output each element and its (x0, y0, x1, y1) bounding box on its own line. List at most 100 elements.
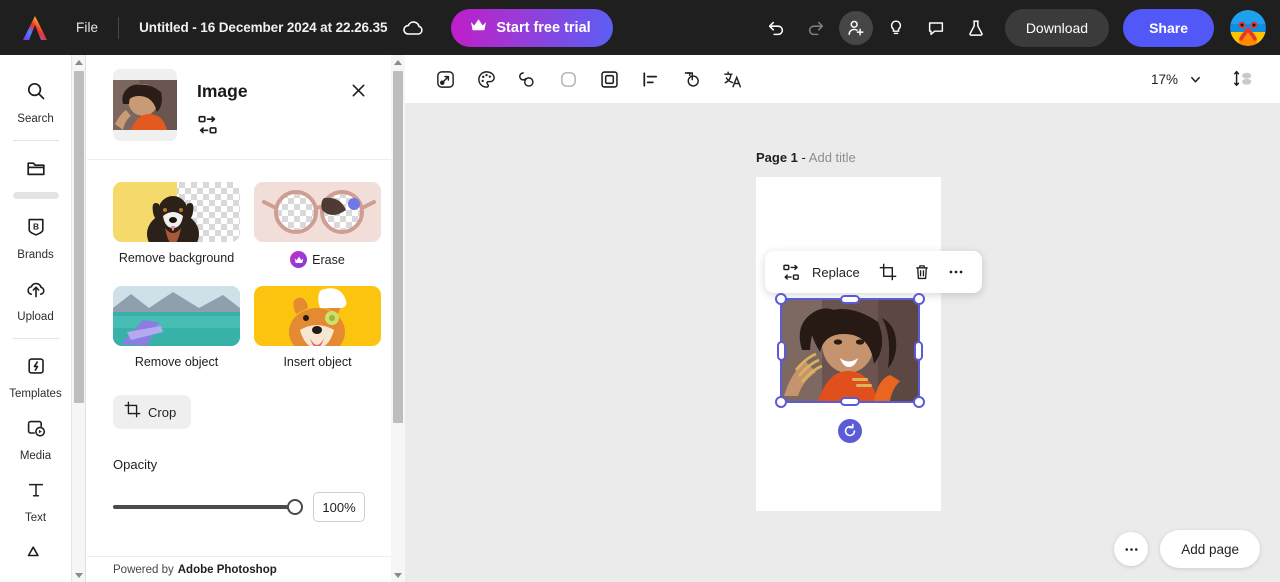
add-page-button[interactable]: Add page (1160, 530, 1260, 568)
redo-icon[interactable] (799, 11, 833, 45)
sidebar-item-search[interactable]: Search (0, 71, 71, 133)
resize-handle-left[interactable] (777, 340, 786, 361)
sidebar-item-yourstuff[interactable] (0, 148, 71, 207)
scrollbar-thumb[interactable] (393, 71, 403, 423)
file-menu-button[interactable]: File (76, 20, 98, 35)
scrollbar-thumb[interactable] (74, 71, 84, 403)
topbar-actions: Download Share (759, 8, 1280, 47)
powered-by-brand: Adobe Photoshop (177, 563, 277, 576)
topbar-divider (118, 16, 120, 39)
resize-handle-bottom-right[interactable] (913, 396, 925, 408)
opacity-input[interactable] (313, 492, 365, 522)
shadow-icon[interactable] (509, 62, 545, 96)
scroll-down-arrow-icon[interactable] (391, 568, 405, 582)
undo-icon[interactable] (759, 11, 793, 45)
premium-crown-icon (290, 251, 308, 268)
sidebar-item-label: Templates (9, 388, 62, 400)
close-icon[interactable] (347, 79, 369, 101)
layers-icon[interactable] (673, 62, 709, 96)
crown-icon (470, 18, 487, 37)
add-person-icon[interactable] (838, 10, 873, 45)
trash-icon[interactable] (907, 257, 937, 287)
resize-handle-right[interactable] (914, 340, 923, 361)
more-options-icon[interactable] (1114, 532, 1149, 566)
app-root: File Untitled - 16 December 2024 at 22.2… (0, 0, 1280, 582)
resize-handle-bottom-left[interactable] (775, 396, 787, 408)
sidebar-scrollbar[interactable] (72, 55, 86, 582)
download-button[interactable]: Download (1004, 8, 1110, 47)
templates-icon (25, 355, 47, 382)
image-properties-panel: Image Remove background Erase Remove obj… (87, 55, 391, 582)
tool-card-remove-background[interactable]: Remove background (113, 182, 240, 268)
scroll-up-arrow-icon[interactable] (72, 55, 86, 69)
tool-card-insert-object[interactable]: Insert object (254, 286, 381, 369)
sidebar-item-shapes[interactable] (0, 532, 71, 576)
sidebar-item-loading-skeleton (12, 192, 59, 199)
tool-card-erase[interactable]: Erase (254, 182, 381, 268)
resize-handle-top-left[interactable] (775, 293, 787, 305)
tool-card-caption: Remove background (113, 251, 240, 265)
caption-text: Insert object (283, 355, 352, 369)
crop-icon (124, 401, 141, 423)
sidebar-item-label: Brands (17, 249, 54, 261)
tool-card-remove-object[interactable]: Remove object (113, 286, 240, 369)
effects-icon[interactable] (427, 62, 463, 96)
top-bar: File Untitled - 16 December 2024 at 22.2… (0, 0, 1280, 55)
lightbulb-icon[interactable] (879, 11, 913, 45)
slider-knob[interactable] (287, 499, 303, 515)
replace-image-icon[interactable] (197, 114, 248, 141)
zoom-level[interactable]: 17% (1151, 72, 1178, 87)
sidebar-item-media[interactable]: Media (0, 408, 71, 470)
panel-scrollbar[interactable] (391, 55, 405, 582)
resize-handle-top-right[interactable] (913, 293, 925, 305)
rounded-corners-icon[interactable] (550, 62, 586, 96)
page-label: Page 1 - Add title (756, 150, 856, 165)
scroll-down-arrow-icon[interactable] (72, 568, 86, 582)
comment-icon[interactable] (919, 11, 953, 45)
document-title[interactable]: Untitled - 16 December 2024 at 22.26.35 (139, 20, 387, 35)
sidebar-item-templates[interactable]: Templates (0, 346, 71, 408)
flask-icon[interactable] (959, 11, 993, 45)
selected-photo[interactable] (775, 293, 925, 443)
upload-cloud-icon (25, 278, 47, 305)
sidebar-item-label: Upload (17, 311, 54, 323)
chevron-down-icon[interactable] (1182, 66, 1208, 92)
svg-text:B: B (32, 221, 38, 231)
add-title-button[interactable]: Add title (809, 150, 856, 165)
left-sidebar: Search B Brands Upload Templates Media T… (0, 55, 72, 582)
canvas-area[interactable]: 17% Page 1 - Add title Replace Add page (405, 55, 1280, 582)
photo-content (782, 300, 918, 401)
adobe-express-logo-icon[interactable] (20, 14, 50, 42)
opacity-slider[interactable] (113, 499, 303, 515)
folder-icon (25, 157, 47, 184)
frame-icon[interactable] (591, 62, 627, 96)
search-icon (25, 80, 47, 107)
more-options-icon[interactable] (941, 257, 971, 287)
canvas-toolbar: 17% (405, 55, 1280, 103)
replace-image-icon[interactable] (776, 257, 806, 287)
sidebar-item-text[interactable]: Text (0, 470, 71, 532)
user-avatar[interactable] (1230, 9, 1266, 46)
crop-icon[interactable] (873, 257, 903, 287)
fit-to-screen-icon[interactable] (1226, 64, 1260, 94)
opacity-section: Opacity (113, 457, 365, 522)
erase-preview (254, 182, 381, 242)
share-button[interactable]: Share (1123, 8, 1214, 47)
scroll-up-arrow-icon[interactable] (391, 55, 405, 69)
replace-button-label[interactable]: Replace (812, 265, 860, 280)
canvas-bottom-controls: Add page (1114, 530, 1260, 568)
panel-header-text: Image (197, 69, 248, 141)
resize-handle-top[interactable] (840, 295, 860, 304)
align-icon[interactable] (632, 62, 668, 96)
color-palette-icon[interactable] (468, 62, 504, 96)
sidebar-item-label: Media (19, 450, 52, 462)
sidebar-item-upload[interactable]: Upload (0, 269, 71, 331)
rotate-handle-icon[interactable] (838, 419, 862, 443)
start-free-trial-button[interactable]: Start free trial (451, 8, 613, 47)
resize-handle-bottom[interactable] (840, 397, 860, 406)
crop-button[interactable]: Crop (113, 395, 191, 429)
sidebar-item-brands[interactable]: B Brands (0, 207, 71, 269)
opacity-label: Opacity (113, 457, 158, 472)
sidebar-divider (12, 140, 59, 141)
translate-icon[interactable] (714, 62, 750, 96)
